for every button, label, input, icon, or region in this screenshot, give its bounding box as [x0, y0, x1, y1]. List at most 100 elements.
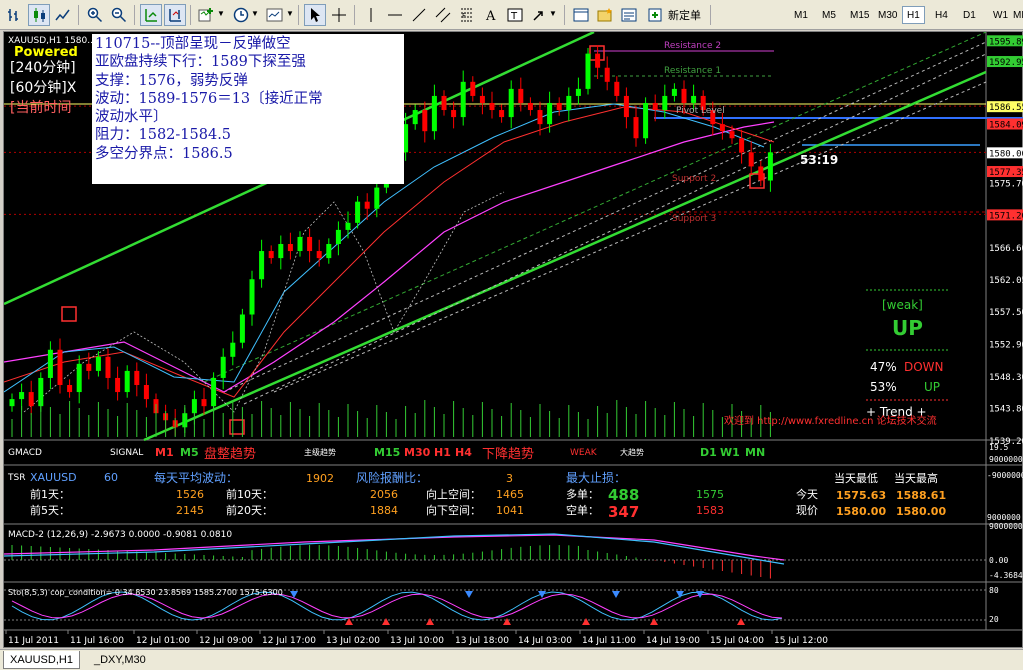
navigator-star-icon[interactable] [594, 4, 616, 26]
candle-down [758, 166, 764, 181]
dropdown-arrow-icon[interactable]: ▼ [217, 9, 225, 18]
candle-down [499, 110, 505, 118]
stoch-buy-arrow-icon [426, 618, 434, 625]
note-line: 110715--顶部呈现－反弹做空 [95, 36, 291, 52]
cursor-arrow-icon[interactable] [304, 4, 326, 26]
timeframe-m15[interactable]: M15 [845, 6, 874, 24]
tsr-row-value: 2056 [370, 488, 398, 501]
text-tag-icon[interactable]: T [504, 4, 526, 26]
dropdown-arrow-icon[interactable]: ▼ [549, 9, 557, 18]
line-chart-icon[interactable] [52, 4, 74, 26]
candle-down [364, 201, 370, 209]
candle-down [268, 251, 274, 259]
candle-down [527, 102, 533, 111]
gmacd-main-trend: 主级趋势 [304, 447, 336, 457]
trend-direction-label: UP [892, 316, 923, 340]
new-order-icon[interactable] [644, 4, 666, 26]
candle-up [47, 349, 53, 378]
time-axis-label: 14 Jul 03:00 [518, 636, 572, 646]
timeframe-m30[interactable]: M30 [873, 6, 902, 24]
horizontal-line-icon[interactable] [384, 4, 406, 26]
zoom-out-icon[interactable] [108, 4, 130, 26]
candle-up [345, 222, 351, 230]
dropdown-arrow-icon[interactable]: ▼ [286, 9, 294, 18]
candle-up [239, 314, 245, 343]
templates-icon[interactable] [264, 4, 286, 26]
note-line: 波动水平〕 [95, 109, 168, 126]
crosshair-icon[interactable] [328, 4, 350, 26]
toolbar-separator [710, 5, 711, 25]
candle-up [259, 251, 265, 280]
timeframe-d1[interactable]: D1 [958, 6, 981, 24]
candle-down [652, 102, 658, 111]
tsr-row-value: 1884 [370, 504, 398, 517]
toolbar-separator [78, 5, 79, 25]
svg-text:A: A [485, 9, 496, 23]
note-line: 波动：1589-1576＝13〔接近正常 [95, 90, 323, 107]
candle-down [623, 95, 629, 118]
time-axis-label: 11 Jul 16:00 [70, 636, 124, 646]
candlestick-icon[interactable] [28, 4, 50, 26]
timeframe-mn[interactable]: MN [1008, 6, 1023, 24]
stoch-sell-arrow-icon [465, 591, 473, 598]
note-line: 阻力：1582-1584.5 [95, 127, 232, 144]
tsr-short-value: 347 [608, 503, 639, 521]
timeframe-m5[interactable]: M5 [817, 6, 841, 24]
gmacd-mn: MN [745, 446, 765, 459]
chart-shift-icon[interactable] [164, 4, 186, 26]
tsr-title: TSR [7, 473, 25, 483]
candle-down [681, 88, 687, 103]
candle-down [287, 243, 293, 252]
vertical-line-icon[interactable] [360, 4, 382, 26]
auto-scroll-icon[interactable] [140, 4, 162, 26]
tsr-today-label: 今天 [796, 487, 818, 501]
candle-up [691, 95, 697, 103]
stoch-buy-arrow-icon [503, 618, 511, 625]
candle-down [105, 356, 111, 378]
text-label-icon[interactable]: A [480, 4, 502, 26]
zoom-in-icon[interactable] [84, 4, 106, 26]
periods-clock-icon[interactable] [230, 4, 252, 26]
mt4-terminal: ▼ ▼ ▼ F A T ▼ 新定单 M1 M5 M15 M30 H1 H4 D1… [0, 0, 1023, 670]
candle-up [230, 342, 236, 357]
timeframe-h1[interactable]: H1 [902, 6, 925, 24]
fibonacci-icon[interactable]: F [456, 4, 478, 26]
tsr-symbol: XAUUSD [30, 471, 77, 484]
analysis-note[interactable]: 110715--顶部呈现－反弹做空 亚欧盘持续下行：1589下探至强 支撑：15… [92, 34, 404, 184]
indicators-icon[interactable] [196, 4, 218, 26]
dropdown-arrow-icon[interactable]: ▼ [251, 9, 259, 18]
tab-xauusd-h1[interactable]: XAUUSD,H1 [3, 651, 80, 669]
chart-window[interactable]: Resistance 2 Resistance 1 Pivot Level Suppo… [3, 31, 1023, 648]
candle-down [134, 370, 140, 386]
candle-up [76, 363, 82, 393]
macd-scale-label: -4.3684 [989, 571, 1023, 580]
tsr-high-label: 当天最高 [894, 471, 938, 485]
note-line: 亚欧盘持续下行：1589下探至强 [95, 54, 306, 71]
gmacd-range-label: 盘整趋势 [204, 446, 256, 462]
tsr-long-price: 1575 [696, 488, 724, 501]
trendline-icon[interactable] [408, 4, 430, 26]
chart-tab-bar: XAUUSD,H1 _DXY,M30 [0, 649, 1023, 670]
timeframe-m1[interactable]: M1 [789, 6, 813, 24]
candle-up [211, 377, 217, 407]
candle-down [633, 117, 639, 139]
bar-chart-icon[interactable] [4, 4, 26, 26]
market-watch-icon[interactable] [570, 4, 592, 26]
timeframe-h4[interactable]: H4 [930, 6, 953, 24]
candle-down [719, 124, 725, 132]
tab-dxy-m30[interactable]: _DXY,M30 [88, 651, 152, 669]
up-label: UP [924, 380, 940, 394]
candle-up [412, 110, 418, 125]
tsr-short-label: 空单： [566, 503, 599, 517]
svg-text:T: T [510, 11, 518, 22]
stoch-scale-label: 20 [989, 615, 999, 624]
gmacd-down-label: 下降趋势 [482, 446, 534, 462]
macd-title: MACD-2 (12,26,9) -2.9673 0.0000 -0.9081 … [8, 530, 232, 540]
candle-up [508, 88, 514, 118]
new-order-button[interactable]: 新定单 [668, 7, 701, 23]
channel-icon[interactable] [432, 4, 454, 26]
arrows-icon[interactable] [528, 4, 550, 26]
terminal-icon[interactable] [618, 4, 640, 26]
price-axis-label: 1592.95 [989, 58, 1023, 68]
macd-scale-label: 9000000 [989, 522, 1023, 531]
